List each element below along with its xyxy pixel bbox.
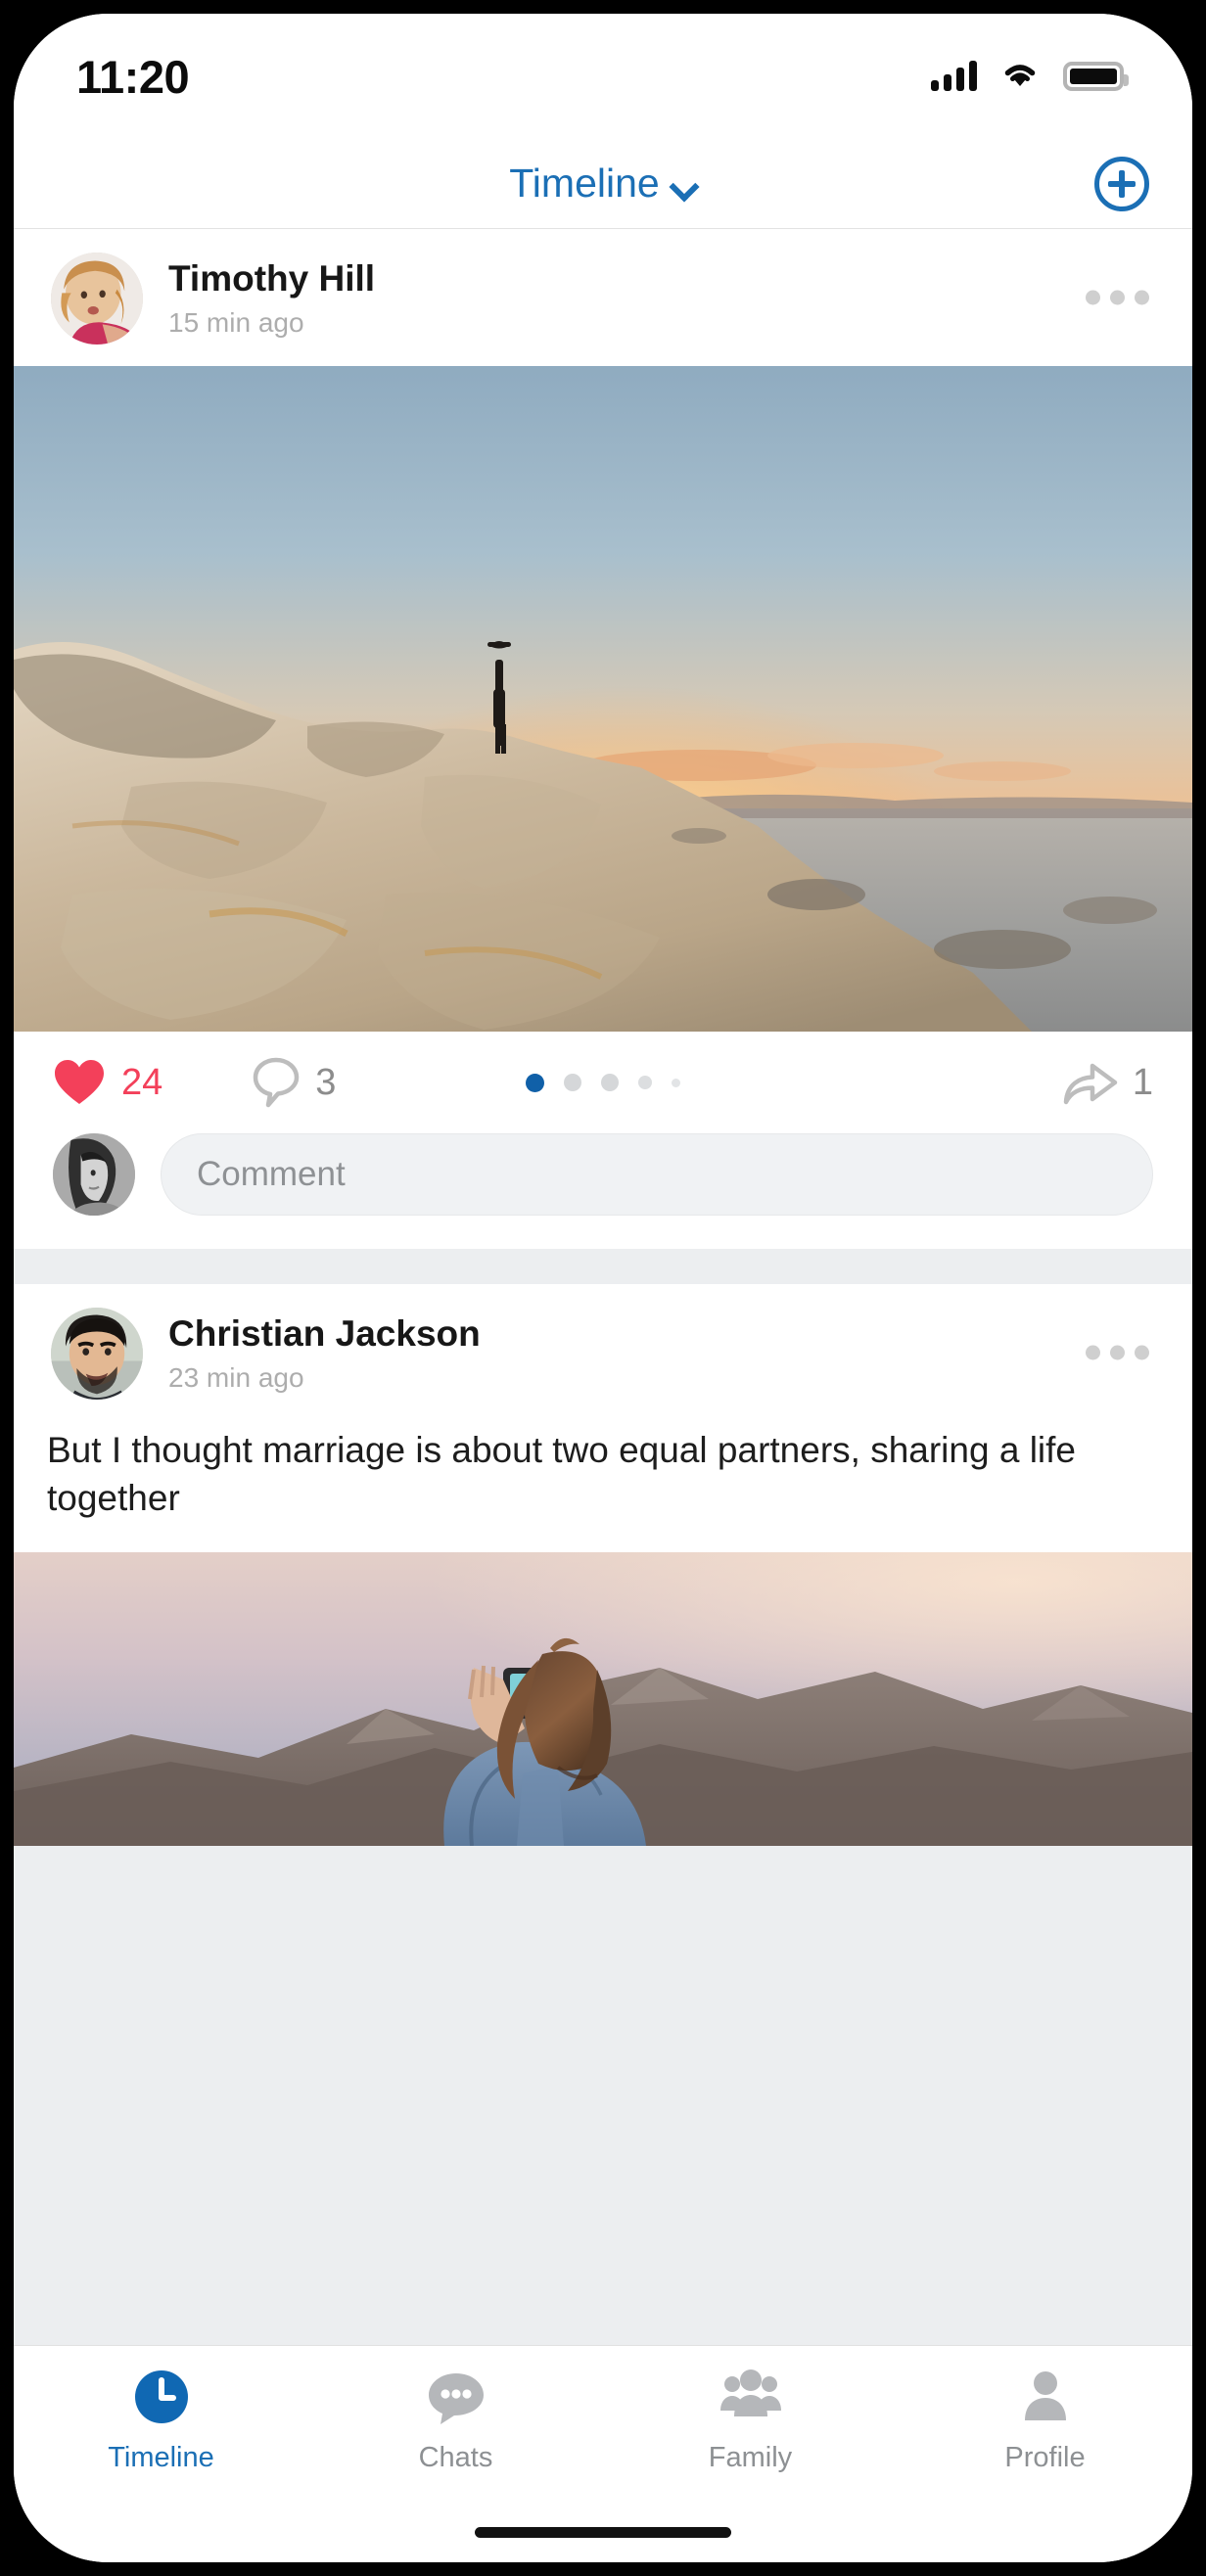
post-author-name: Timothy Hill (168, 257, 376, 299)
battery-full-icon (1063, 62, 1129, 91)
post-author-block: Timothy Hill 15 min ago (168, 258, 375, 340)
post-header: Timothy Hill 15 min ago (14, 229, 1192, 366)
post-timestamp: 15 min ago (168, 307, 304, 339)
chevron-down-icon (672, 176, 697, 191)
like-button[interactable]: 24 (53, 1058, 162, 1107)
comment-bubble-icon (253, 1057, 300, 1108)
home-indicator (14, 2502, 1192, 2562)
share-arrow-icon (1062, 1058, 1119, 1107)
nav-title-label: Timeline (509, 161, 660, 206)
feed-separator (14, 1249, 1192, 1284)
post-card: Christian Jackson 23 min ago But I thoug… (14, 1284, 1192, 1846)
wifi-icon (1000, 60, 1040, 94)
tab-family[interactable]: Family (603, 2366, 898, 2474)
like-count: 24 (121, 1061, 163, 1103)
post-header: Christian Jackson 23 min ago (14, 1284, 1192, 1421)
post-timestamp: 23 min ago (168, 1362, 304, 1394)
avatar[interactable] (53, 1133, 135, 1216)
status-time: 11:20 (76, 50, 190, 103)
chat-bubble-icon (425, 2366, 487, 2428)
post-text: But I thought marriage is about two equa… (47, 1430, 1076, 1518)
timeline-dropdown-button[interactable]: Timeline (509, 161, 696, 207)
tab-chats[interactable]: Chats (308, 2366, 603, 2474)
heart-filled-icon (53, 1058, 106, 1107)
tab-label: Timeline (108, 2442, 214, 2473)
more-horizontal-icon[interactable] (1086, 290, 1149, 305)
tab-label: Profile (1004, 2442, 1086, 2473)
add-post-button[interactable] (1094, 156, 1149, 211)
comment-row: Comment (14, 1126, 1192, 1249)
tab-profile[interactable]: Profile (898, 2366, 1192, 2474)
post-author-name: Christian Jackson (168, 1312, 481, 1354)
more-horizontal-icon[interactable] (1086, 1345, 1149, 1360)
clock-icon (130, 2366, 193, 2428)
comment-placeholder: Comment (197, 1155, 346, 1193)
share-button[interactable]: 1 (1062, 1058, 1153, 1107)
comment-input[interactable]: Comment (161, 1133, 1153, 1216)
post-actions: 24 3 1 (14, 1032, 1192, 1126)
comment-count: 3 (315, 1061, 337, 1103)
status-bar: 11:20 (14, 14, 1192, 139)
post-media-image[interactable] (14, 366, 1192, 1032)
phone-frame: 11:20 Timeline Timothy Hill 15 min ago 2… (0, 0, 1206, 2576)
status-icons (931, 60, 1129, 94)
avatar[interactable] (51, 253, 143, 345)
tab-label: Chats (418, 2442, 493, 2473)
share-count: 1 (1132, 1061, 1153, 1103)
tab-bar: Timeline Chats Family Profile (14, 2345, 1192, 2502)
post-media-image[interactable] (14, 1551, 1192, 1846)
avatar[interactable] (51, 1308, 143, 1400)
cellular-signal-icon (931, 61, 977, 91)
feed[interactable]: Timothy Hill 15 min ago 24 3 1 Comment C… (14, 229, 1192, 2345)
person-icon (1014, 2366, 1077, 2428)
comment-button[interactable]: 3 (253, 1057, 336, 1108)
post-card: Timothy Hill 15 min ago 24 3 1 Comment (14, 229, 1192, 1249)
people-group-icon (719, 2366, 782, 2428)
nav-bar: Timeline (14, 139, 1192, 229)
tab-timeline[interactable]: Timeline (14, 2366, 308, 2474)
device-screen: 11:20 Timeline Timothy Hill 15 min ago 2… (14, 14, 1192, 2562)
media-page-dots[interactable] (526, 1073, 680, 1092)
post-author-block: Christian Jackson 23 min ago (168, 1313, 481, 1395)
tab-label: Family (708, 2442, 793, 2473)
